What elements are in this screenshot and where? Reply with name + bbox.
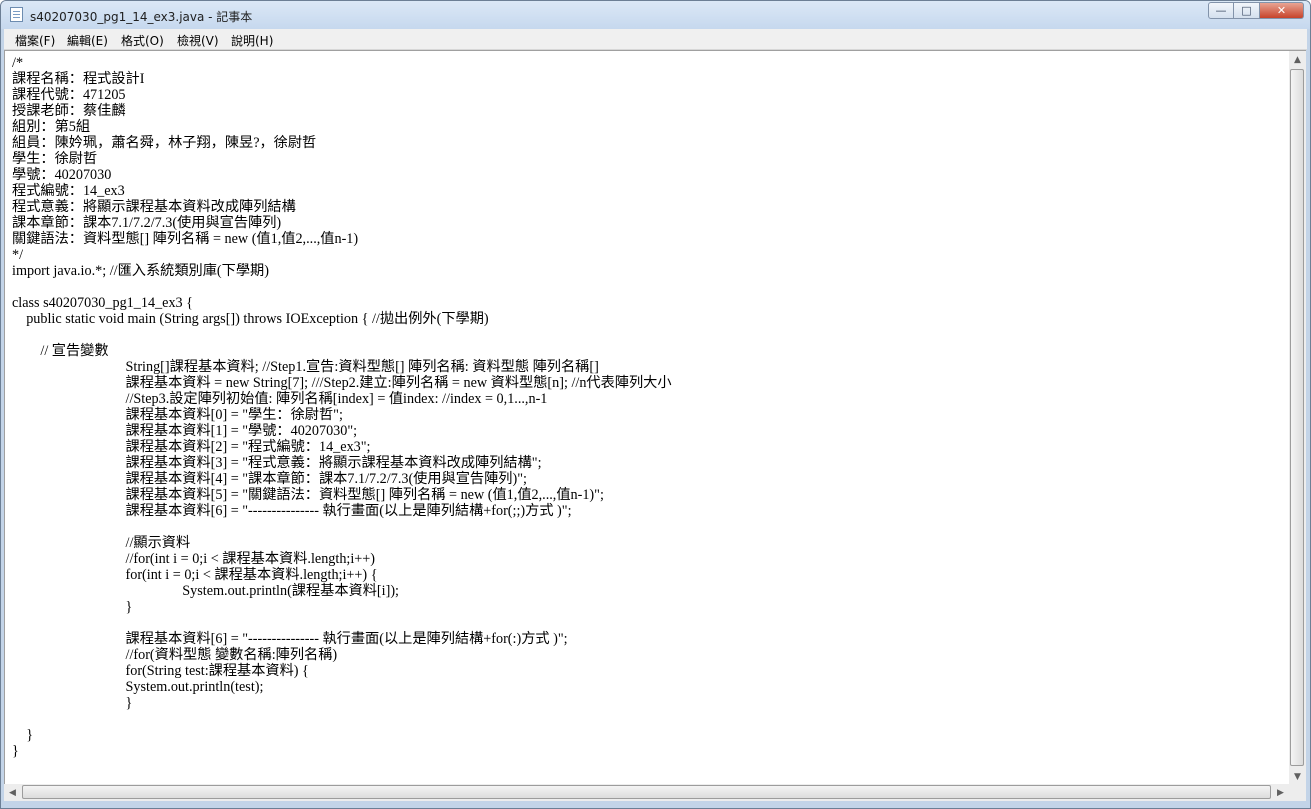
scroll-left-button[interactable]: ◀ bbox=[4, 784, 21, 801]
notepad-window: s40207030_pg1_14_ex3.java - 記事本 — □ ✕ 檔案… bbox=[0, 0, 1311, 809]
text-line: 課程基本資料[5] = "關鍵語法：資料型態[] 陣列名稱 = new (值1,… bbox=[12, 487, 604, 503]
maximize-button[interactable]: □ bbox=[1234, 2, 1260, 19]
text-line: 學生：徐尉哲 bbox=[12, 151, 98, 167]
menu-bar: 檔案(F) 編輯(E) 格式(O) 檢視(V) 說明(H) bbox=[4, 29, 1307, 50]
notepad-icon[interactable] bbox=[10, 7, 23, 22]
text-line: } bbox=[12, 599, 133, 615]
window-controls: — □ ✕ bbox=[1208, 2, 1304, 21]
text-line: 課程基本資料 = new String[7]; ///Step2.建立:陣列名稱… bbox=[12, 375, 672, 391]
text-line: 關鍵語法：資料型態[] 陣列名稱 = new (值1,值2,...,值n-1) bbox=[12, 231, 359, 247]
text-line: 程式意義：將顯示課程基本資料改成陣列結構 bbox=[12, 199, 296, 215]
close-button[interactable]: ✕ bbox=[1260, 2, 1304, 19]
arrow-down-icon: ▼ bbox=[1294, 771, 1301, 782]
text-line: */ bbox=[12, 247, 24, 263]
arrow-left-icon: ◀ bbox=[9, 787, 16, 798]
close-icon: ✕ bbox=[1276, 4, 1287, 17]
text-line: 課程代號：471205 bbox=[12, 87, 126, 103]
menu-format[interactable]: 格式(O) bbox=[121, 32, 164, 49]
title-bar[interactable]: s40207030_pg1_14_ex3.java - 記事本 — □ ✕ bbox=[1, 1, 1310, 29]
text-line: //Step3.設定陣列初始值: 陣列名稱[index] = 值index: /… bbox=[12, 391, 548, 407]
scroll-down-button[interactable]: ▼ bbox=[1289, 768, 1306, 785]
text-line: } bbox=[12, 727, 33, 743]
text-line: 課程基本資料[1] = "學號：40207030"; bbox=[12, 423, 358, 439]
menu-file[interactable]: 檔案(F) bbox=[15, 32, 55, 49]
text-line: //顯示資料 bbox=[12, 535, 191, 551]
text-line: // 宣告變數 bbox=[12, 343, 109, 359]
text-line: /* bbox=[12, 55, 24, 71]
text-line: String[]課程基本資料; //Step1.宣告:資料型態[] 陣列名稱: … bbox=[12, 359, 599, 375]
text-line: //for(資料型態 變數名稱:陣列名稱) bbox=[12, 647, 338, 663]
text-line: } bbox=[12, 743, 19, 759]
arrow-up-icon: ▲ bbox=[1294, 54, 1301, 65]
text-line: //for(int i = 0;i < 課程基本資料.length;i++) bbox=[12, 551, 376, 567]
arrow-right-icon: ▶ bbox=[1277, 787, 1284, 798]
horizontal-scroll-thumb[interactable] bbox=[22, 785, 1271, 799]
menu-help[interactable]: 說明(H) bbox=[231, 32, 273, 49]
scroll-up-button[interactable]: ▲ bbox=[1289, 51, 1306, 68]
text-line: 課程基本資料[2] = "程式編號：14_ex3"; bbox=[12, 439, 371, 455]
horizontal-scrollbar[interactable]: ◀ ▶ bbox=[4, 784, 1289, 801]
menu-view[interactable]: 檢視(V) bbox=[177, 32, 219, 49]
vertical-scroll-thumb[interactable] bbox=[1290, 69, 1304, 766]
text-line: import java.io.*; //匯入系統類別庫(下學期) bbox=[12, 263, 269, 279]
text-line: 課程基本資料[3] = "程式意義：將顯示課程基本資料改成陣列結構"; bbox=[12, 455, 542, 471]
text-line: for(String test:課程基本資料) { bbox=[12, 663, 309, 679]
text-line: 課程基本資料[4] = "課本章節：課本7.1/7.2/7.3(使用與宣告陣列)… bbox=[12, 471, 527, 487]
minimize-icon: — bbox=[1215, 4, 1227, 17]
text-line: 組別：第5組 bbox=[12, 119, 91, 135]
menu-edit[interactable]: 編輯(E) bbox=[67, 32, 108, 49]
text-line: class s40207030_pg1_14_ex3 { bbox=[12, 295, 193, 311]
text-line: 程式編號：14_ex3 bbox=[12, 183, 125, 199]
text-line: System.out.println(test); bbox=[12, 679, 264, 695]
text-editor[interactable]: /* 課程名稱：程式設計I 課程代號：471205 授課老師：蔡佳麟 組別：第5組 組員：… bbox=[4, 50, 1290, 785]
text-line: 課程基本資料[6] = "--------------- 執行畫面(以上是陣列結… bbox=[12, 503, 572, 519]
text-line: for(int i = 0;i < 課程基本資料.length;i++) { bbox=[12, 567, 378, 583]
scroll-right-button[interactable]: ▶ bbox=[1272, 784, 1289, 801]
text-line: 學號：40207030 bbox=[12, 167, 112, 183]
text-line: } bbox=[12, 695, 133, 711]
text-line: 課程基本資料[6] = "--------------- 執行畫面(以上是陣列結… bbox=[12, 631, 568, 647]
text-line: 授課老師：蔡佳麟 bbox=[12, 103, 126, 119]
resize-grip[interactable] bbox=[1289, 784, 1306, 801]
text-line: 組員：陳妗珮，蕭名舜，林子翔，陳昱?，徐尉哲 bbox=[12, 135, 317, 151]
text-line: 課程名稱：程式設計I bbox=[12, 71, 145, 87]
text-line: 課程基本資料[0] = "學生：徐尉哲"; bbox=[12, 407, 343, 423]
window-title: s40207030_pg1_14_ex3.java - 記事本 bbox=[30, 10, 253, 24]
text-line: 課本章節：課本7.1/7.2/7.3(使用與宣告陣列) bbox=[12, 215, 282, 231]
maximize-icon: □ bbox=[1241, 4, 1252, 17]
vertical-scrollbar[interactable]: ▲ ▼ bbox=[1289, 50, 1306, 785]
text-line: public static void main (String args[]) … bbox=[12, 311, 489, 327]
minimize-button[interactable]: — bbox=[1208, 2, 1234, 19]
text-line: System.out.println(課程基本資料[i]); bbox=[12, 583, 399, 599]
